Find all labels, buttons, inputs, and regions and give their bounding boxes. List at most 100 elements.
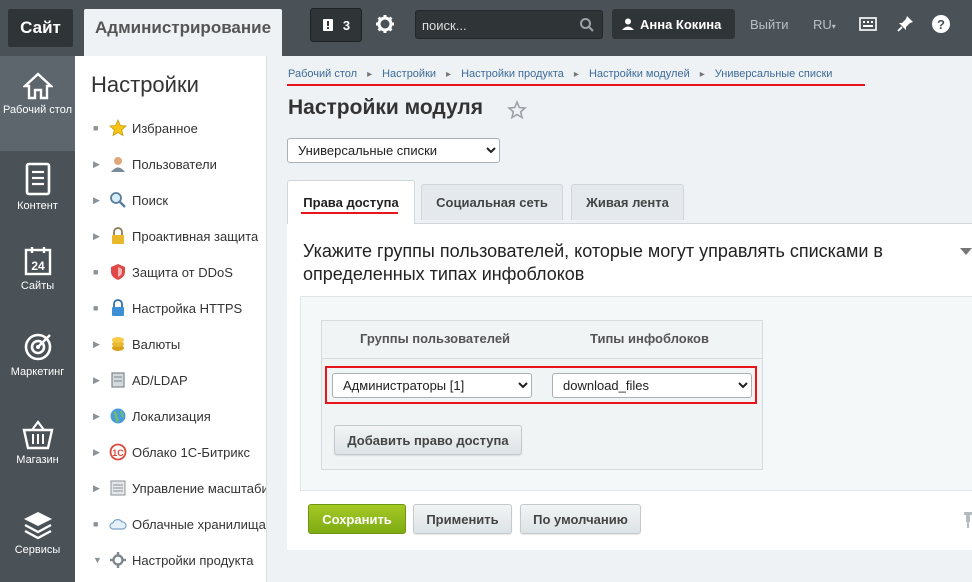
sidebar-item-favorites[interactable]: ■ Избранное (75, 118, 266, 138)
sidebar-item-label: Облачные хранилища (132, 516, 266, 532)
sidebar-item-https[interactable]: ■ Настройка HTTPS (75, 298, 266, 318)
user-name: Анна Кокина (640, 16, 722, 32)
breadcrumb-link[interactable]: Настройки модулей (589, 68, 690, 80)
favorite-star-icon[interactable] (507, 100, 527, 120)
document-icon (25, 162, 50, 196)
basket-icon (22, 420, 53, 450)
language-selector[interactable]: RU▾ (813, 17, 836, 32)
highlight-underline (301, 212, 398, 214)
notifications-icon (322, 19, 333, 31)
sidebar-item-scaling[interactable]: ▶ Управление масштабированием (75, 478, 266, 498)
default-button[interactable]: По умолчанию (520, 504, 641, 534)
settings-sidebar: Настройки ■ Избранное ▶ Пользователи ▶ П… (75, 56, 267, 582)
scale-icon (110, 480, 126, 496)
search-box (415, 10, 603, 39)
gear-icon[interactable] (374, 13, 396, 35)
sidebar-item-label: Локализация (132, 408, 211, 424)
bullet-icon: ■ (93, 267, 99, 277)
column-header-groups: Группы пользователей (360, 331, 511, 346)
sidebar-item-proactive[interactable]: ▶ Проактивная защита (75, 226, 266, 246)
nav-item-services[interactable]: Сервисы (0, 510, 75, 556)
sidebar-item-ldap[interactable]: ▶ AD/LDAP (75, 370, 266, 390)
layers-icon (23, 512, 52, 540)
breadcrumb-link[interactable]: Универсальные списки (715, 68, 833, 80)
tab-social-network[interactable]: Социальная сеть (421, 184, 563, 220)
apply-button[interactable]: Применить (413, 504, 512, 534)
breadcrumb-link[interactable]: Настройки продукта (461, 68, 564, 80)
nav-item-marketing[interactable]: Маркетинг (0, 332, 75, 378)
sidebar-item-ddos[interactable]: ■ Защита от DDoS (75, 262, 266, 282)
svg-text:?: ? (937, 17, 945, 32)
lock-icon (112, 227, 124, 244)
chevron-down-icon: ▾ (831, 22, 836, 31)
sidebar-item-bitrix-cloud[interactable]: ▶ 1C Облако 1С-Битрикс (75, 442, 266, 462)
collapse-triangle-icon[interactable] (960, 248, 972, 255)
expand-arrow-icon[interactable]: ▶ (75, 447, 100, 458)
server-icon (111, 372, 125, 388)
expand-arrow-icon[interactable]: ▶ (75, 231, 100, 242)
logout-link[interactable]: Выйти (750, 17, 789, 32)
https-lock-icon (112, 299, 124, 316)
search-icon[interactable] (579, 17, 595, 33)
nav-label: Магазин (16, 454, 59, 466)
nav-item-content[interactable]: Контент (0, 162, 75, 212)
nav-label: Сервисы (14, 544, 61, 556)
breadcrumb-separator-icon: ▸ (446, 69, 452, 80)
sidebar-item-search[interactable]: ▶ Поиск (75, 190, 266, 210)
expand-arrow-icon[interactable]: ▶ (75, 411, 100, 422)
breadcrumb-link[interactable]: Рабочий стол (288, 68, 357, 80)
notifications-button[interactable]: 3 (310, 8, 362, 42)
nav-label: Сайты (20, 280, 55, 292)
sidebar-item-label: Валюты (132, 336, 181, 352)
cloud-bitrix-icon: 1C (109, 443, 127, 461)
nav-label: Контент (17, 200, 58, 212)
tab-access-rights[interactable]: Права доступа (287, 180, 415, 224)
coins-icon (112, 337, 124, 351)
breadcrumb-separator-icon: ▸ (367, 69, 373, 80)
sidebar-item-currencies[interactable]: ▶ Валюты (75, 334, 266, 354)
module-select[interactable]: Универсальные списки (287, 138, 500, 163)
nav-item-shop[interactable]: Магазин (0, 420, 75, 466)
add-access-right-button[interactable]: Добавить право доступа (334, 425, 522, 455)
help-icon[interactable]: ? (931, 14, 951, 34)
highlight-underline (287, 84, 865, 86)
pin-icon[interactable] (962, 512, 972, 528)
site-tab[interactable]: Сайт (8, 9, 73, 47)
svg-text:24: 24 (31, 259, 45, 273)
tab-live-feed[interactable]: Живая лента (571, 184, 684, 220)
page-title: Настройки модуля (288, 96, 484, 119)
user-menu-button[interactable]: Анна Кокина (612, 9, 735, 39)
expand-arrow-icon[interactable]: ▶ (75, 483, 100, 494)
collapse-arrow-icon[interactable]: ▼ (75, 555, 102, 565)
svg-text:1C: 1C (112, 448, 124, 458)
cloud-icon (109, 519, 127, 530)
notifications-count: 3 (342, 17, 351, 33)
search-input[interactable] (422, 16, 572, 34)
expand-arrow-icon[interactable]: ▶ (75, 159, 100, 170)
sidebar-item-cloud-storage[interactable]: ■ Облачные хранилища (75, 514, 266, 534)
star-icon (109, 119, 127, 137)
bullet-icon: ■ (93, 303, 99, 313)
admin-tab[interactable]: Администрирование (84, 9, 282, 56)
expand-arrow-icon[interactable]: ▶ (75, 375, 100, 386)
highlight-box (325, 366, 757, 404)
expand-arrow-icon[interactable]: ▶ (75, 195, 100, 206)
user-icon (111, 157, 125, 172)
globe-icon (110, 408, 126, 424)
nav-item-desktop[interactable]: Рабочий стол (0, 56, 75, 151)
sidebar-item-users[interactable]: ▶ Пользователи (75, 154, 266, 174)
sidebar-item-label: Поиск (132, 192, 169, 208)
sidebar-item-localization[interactable]: ▶ Локализация (75, 406, 266, 426)
keyboard-icon[interactable] (858, 14, 878, 34)
save-button[interactable]: Сохранить (308, 504, 406, 534)
nav-item-sites[interactable]: 24 Сайты (0, 246, 75, 292)
pin-icon[interactable] (895, 14, 915, 34)
sidebar-item-label: Избранное (132, 120, 198, 136)
section-description: Укажите группы пользователей, которые мо… (303, 241, 883, 284)
breadcrumb-separator-icon: ▸ (573, 69, 579, 80)
breadcrumb-link[interactable]: Настройки (382, 68, 436, 80)
nav-label: Маркетинг (10, 366, 65, 378)
expand-arrow-icon[interactable]: ▶ (75, 339, 100, 350)
sidebar-item-product-settings[interactable]: ▼ Настройки продукта (75, 550, 266, 570)
tab-label: Социальная сеть (436, 195, 548, 210)
